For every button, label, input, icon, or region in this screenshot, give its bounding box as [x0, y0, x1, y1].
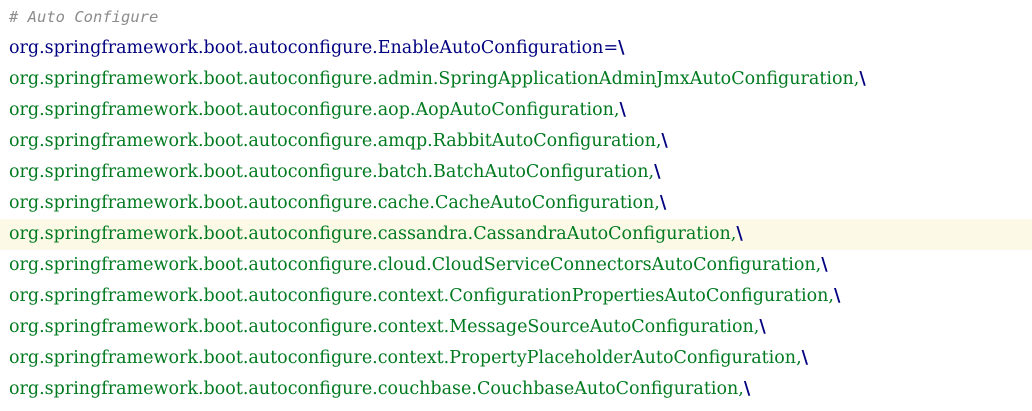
property-value-line[interactable]: org.springframework.boot.autoconfigure.b…: [0, 157, 1032, 188]
property-value: org.springframework.boot.autoconfigure.b…: [9, 162, 655, 182]
property-value-line[interactable]: org.springframework.boot.autoconfigure.c…: [0, 343, 1032, 374]
property-value: org.springframework.boot.autoconfigure.c…: [9, 255, 822, 275]
line-continuation: \: [801, 348, 809, 368]
property-value: org.springframework.boot.autoconfigure.c…: [9, 348, 802, 368]
property-value-line[interactable]: org.springframework.boot.autoconfigure.c…: [0, 250, 1032, 281]
property-value: org.springframework.boot.autoconfigure.c…: [9, 193, 660, 213]
property-key: org.springframework.boot.autoconfigure.E…: [9, 38, 604, 58]
property-value: org.springframework.boot.autoconfigure.c…: [9, 286, 834, 306]
properties-editor[interactable]: # Auto Configure org.springframework.boo…: [0, 0, 1032, 411]
line-continuation: \: [833, 286, 841, 306]
property-value: org.springframework.boot.autoconfigure.a…: [9, 69, 860, 89]
line-continuation: \: [743, 379, 751, 399]
line-continuation: \: [654, 162, 661, 182]
comment-line[interactable]: # Auto Configure: [0, 2, 1032, 33]
line-continuation: \: [619, 100, 626, 120]
property-value-line[interactable]: org.springframework.boot.autoconfigure.a…: [0, 95, 1032, 126]
property-value-line[interactable]: org.springframework.boot.autoconfigure.c…: [0, 188, 1032, 219]
key-value-separator: =: [603, 38, 619, 58]
line-continuation: \: [659, 193, 667, 213]
property-key-line[interactable]: org.springframework.boot.autoconfigure.E…: [0, 33, 1032, 64]
property-value: org.springframework.boot.autoconfigure.a…: [9, 100, 620, 120]
line-continuation: \: [821, 255, 828, 275]
current-line-highlighted[interactable]: org.springframework.boot.autoconfigure.c…: [0, 219, 1032, 250]
property-value-line[interactable]: org.springframework.boot.autoconfigure.a…: [0, 126, 1032, 157]
property-value: org.springframework.boot.autoconfigure.c…: [9, 317, 760, 337]
line-continuation: \: [661, 131, 668, 151]
line-continuation: \: [736, 224, 743, 244]
property-value: org.springframework.boot.autoconfigure.c…: [9, 379, 744, 399]
comment-text: # Auto Configure: [9, 8, 159, 26]
line-continuation: \: [618, 38, 625, 58]
property-value-line[interactable]: org.springframework.boot.autoconfigure.c…: [0, 312, 1032, 343]
property-value: org.springframework.boot.autoconfigure.a…: [9, 131, 662, 151]
line-continuation: \: [859, 69, 866, 89]
property-value: org.springframework.boot.autoconfigure.c…: [9, 224, 737, 244]
line-continuation: \: [759, 317, 766, 337]
property-value-line[interactable]: org.springframework.boot.autoconfigure.c…: [0, 281, 1032, 312]
property-value-line[interactable]: org.springframework.boot.autoconfigure.c…: [0, 374, 1032, 405]
property-value-line[interactable]: org.springframework.boot.autoconfigure.a…: [0, 64, 1032, 95]
